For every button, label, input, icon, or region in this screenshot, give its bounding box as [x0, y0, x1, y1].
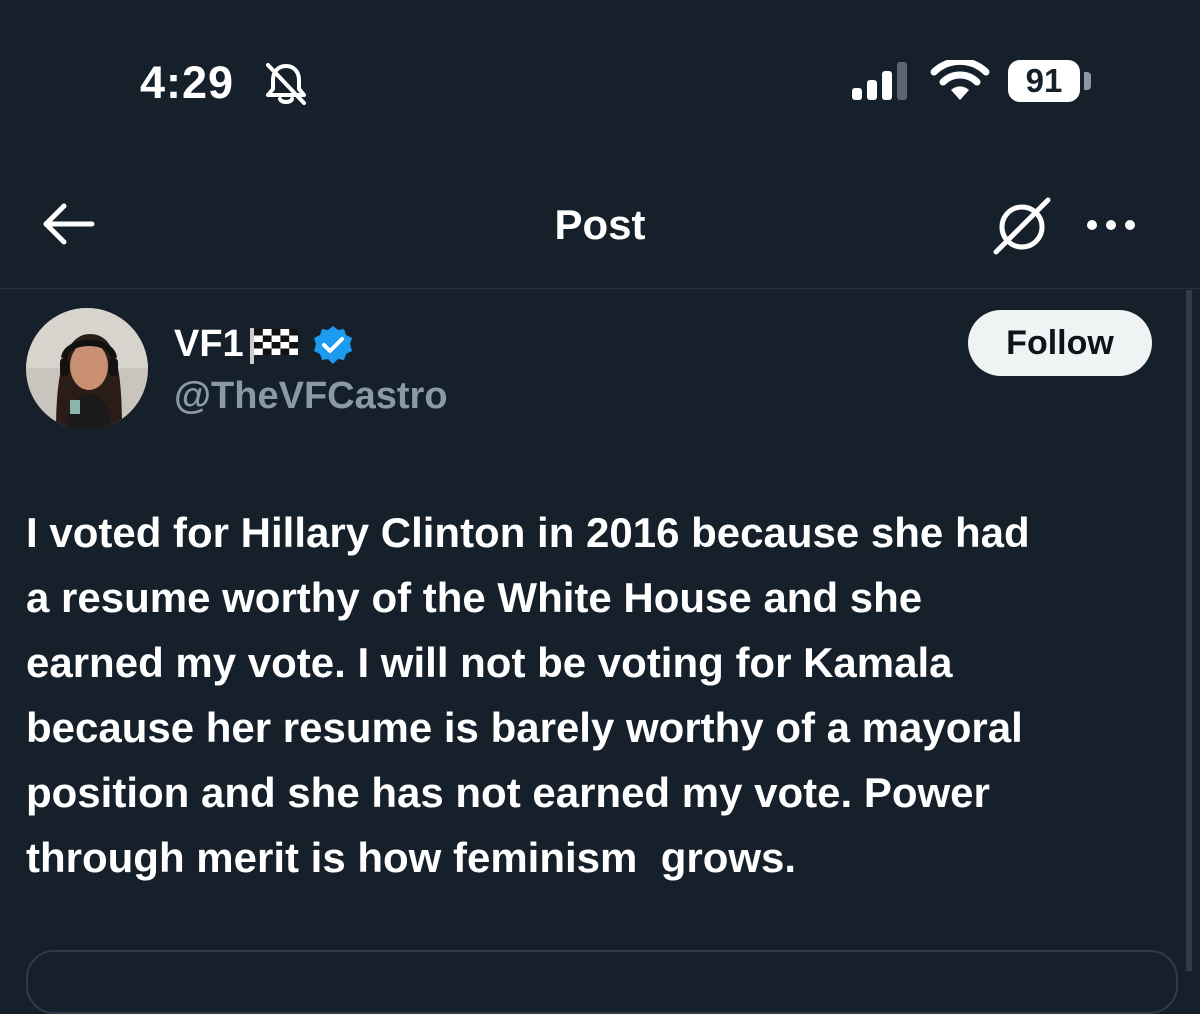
avatar-image: [26, 308, 148, 430]
wifi-icon: [930, 60, 990, 100]
avatar[interactable]: [26, 308, 148, 430]
status-bar: 4:29 91: [0, 0, 1200, 160]
battery-icon: 91: [1008, 60, 1080, 102]
cellular-signal-icon: [852, 62, 907, 100]
scrollbar[interactable]: [1186, 290, 1192, 971]
quoted-card[interactable]: [26, 950, 1178, 1014]
grok-icon[interactable]: [990, 196, 1054, 256]
status-time: 4:29: [140, 57, 235, 108]
author-handle[interactable]: @TheVFCastro: [174, 374, 448, 418]
battery-tip: [1084, 72, 1091, 90]
verified-badge-icon[interactable]: [312, 324, 354, 366]
post-text: I voted for Hillary Clinton in 2016 beca…: [26, 509, 1030, 881]
more-icon[interactable]: [1082, 210, 1140, 240]
chequered-flag-icon: [250, 328, 298, 364]
follow-button[interactable]: Follow: [968, 310, 1152, 376]
bell-slash-icon: [266, 63, 306, 105]
post-header: Post: [0, 160, 1200, 289]
author-display-name[interactable]: VF1: [174, 322, 244, 366]
